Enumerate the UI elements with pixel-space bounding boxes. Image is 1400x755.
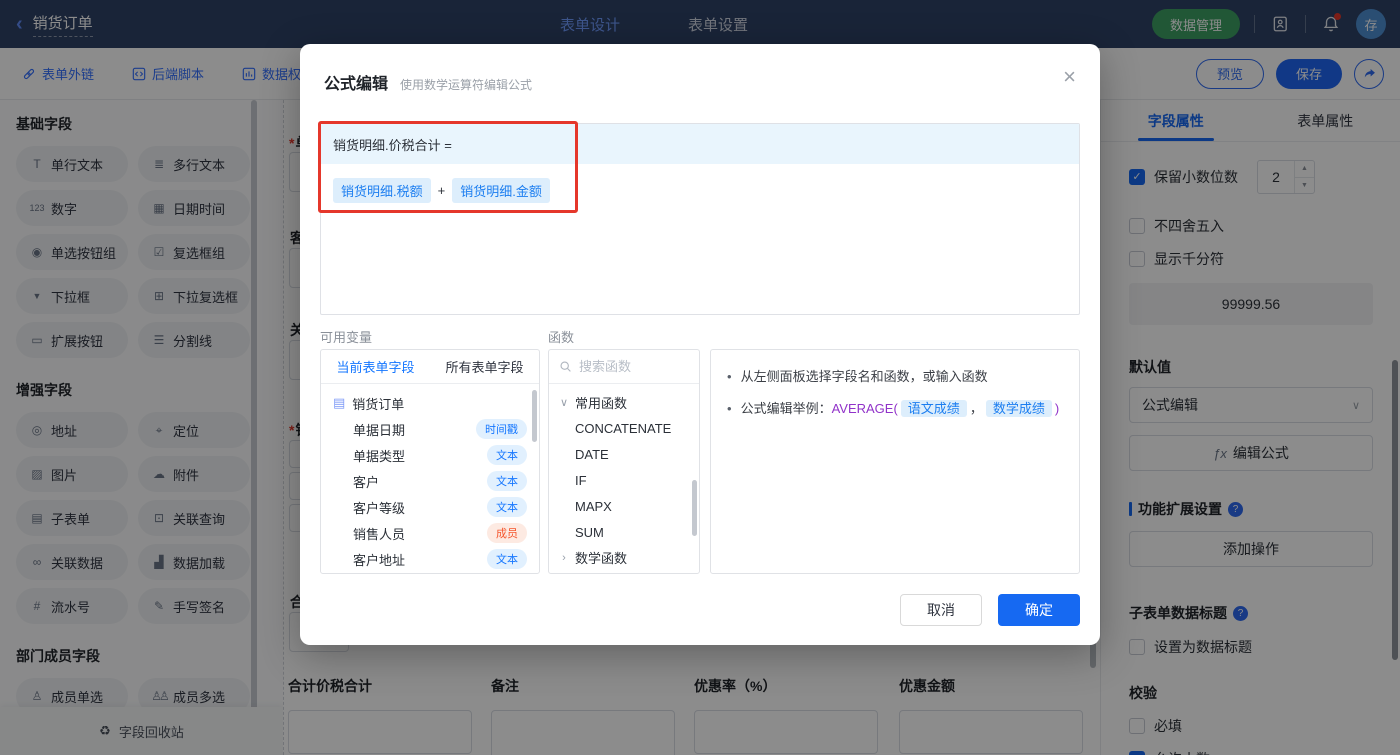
bullet: • (727, 369, 732, 384)
function-sum[interactable]: SUM (549, 519, 699, 545)
search-icon (560, 361, 571, 372)
modal-subtitle: 使用数学运算符编辑公式 (400, 78, 533, 92)
function-search-input[interactable] (579, 359, 679, 374)
variables-label: 可用变量 (320, 330, 373, 345)
formula-operator: + (437, 183, 446, 198)
variables-scrollbar[interactable] (532, 390, 537, 442)
example-chip-chinese: 语文成绩 (900, 400, 967, 417)
bullet: • (727, 401, 732, 416)
type-badge: 文本 (487, 549, 527, 569)
chevron-down-icon: ∨ (559, 397, 569, 409)
variable-row[interactable]: 单据日期 时间戳 (321, 416, 539, 442)
variable-row[interactable]: 单据类型 文本 (321, 442, 539, 468)
variable-row[interactable]: 客户 文本 (321, 468, 539, 494)
close-icon[interactable]: × (1063, 66, 1076, 88)
type-badge: 文本 (487, 445, 527, 465)
hint-text-1: 从左侧面板选择字段名和函数，或输入函数 (740, 369, 988, 384)
type-badge: 成员 (487, 523, 527, 543)
variables-panel: 当前表单字段 所有表单字段 ▤ 销货订单 单据日期 时间戳 单据类型 文本 客户 文本… (320, 349, 540, 574)
example-function-name: AVERAGE( (831, 401, 898, 416)
formula-target: 销货明细.价税合计 = (321, 124, 1079, 164)
tab-all-form-fields[interactable]: 所有表单字段 (430, 350, 539, 383)
function-group-text[interactable]: › 文本函数 (549, 570, 699, 573)
variable-row[interactable]: 销售人员 成员 (321, 520, 539, 546)
confirm-button[interactable]: 确定 (998, 594, 1080, 626)
functions-scrollbar[interactable] (692, 480, 697, 536)
function-if[interactable]: IF (549, 467, 699, 493)
type-badge: 文本 (487, 497, 527, 517)
formula-token-amount[interactable]: 销货明细.金额 (452, 178, 550, 203)
tree-root-form[interactable]: ▤ 销货订单 (321, 390, 539, 416)
variable-row[interactable]: 客户等级 文本 (321, 494, 539, 520)
cancel-button[interactable]: 取消 (900, 594, 982, 626)
functions-label: 函数 (548, 330, 575, 345)
formula-token-tax[interactable]: 销货明细.税额 (333, 178, 431, 203)
variable-row[interactable]: 客户地址 文本 (321, 546, 539, 572)
hints-panel: • 从左侧面板选择字段名和函数，或输入函数 • 公式编辑举例：AVERAGE(语… (710, 349, 1080, 574)
type-badge: 时间戳 (476, 419, 527, 439)
formula-editor-area[interactable]: 销货明细.价税合计 = 销货明细.税额 + 销货明细.金额 (320, 123, 1080, 315)
form-designer-app: ‹ 销货订单 表单设计 表单设置 数据管理 存 表单外链 后端脚本 数据权限 预… (0, 0, 1400, 755)
function-group-math[interactable]: › 数学函数 (549, 545, 699, 570)
type-badge: 文本 (487, 471, 527, 491)
variable-row-partial[interactable] (321, 572, 539, 573)
function-search (549, 350, 699, 384)
function-date[interactable]: DATE (549, 441, 699, 467)
tab-current-form-fields[interactable]: 当前表单字段 (321, 350, 430, 383)
function-group-common[interactable]: ∨ 常用函数 (549, 390, 699, 415)
hint-text-2: 公式编辑举例：AVERAGE(语文成绩，数学成绩) (740, 400, 1060, 417)
functions-panel: ∨ 常用函数 CONCATENATE DATE IF MAPX SUM › 数学… (548, 349, 700, 574)
example-chip-math: 数学成绩 (985, 400, 1052, 417)
chevron-right-icon: › (562, 551, 566, 564)
modal-title: 公式编辑 (324, 76, 389, 93)
function-concatenate[interactable]: CONCATENATE (549, 415, 699, 441)
document-icon: ▤ (333, 395, 346, 410)
formula-editor-modal: 公式编辑 使用数学运算符编辑公式 × 销货明细.价税合计 = 销货明细.税额 +… (300, 44, 1100, 645)
function-mapx[interactable]: MAPX (549, 493, 699, 519)
